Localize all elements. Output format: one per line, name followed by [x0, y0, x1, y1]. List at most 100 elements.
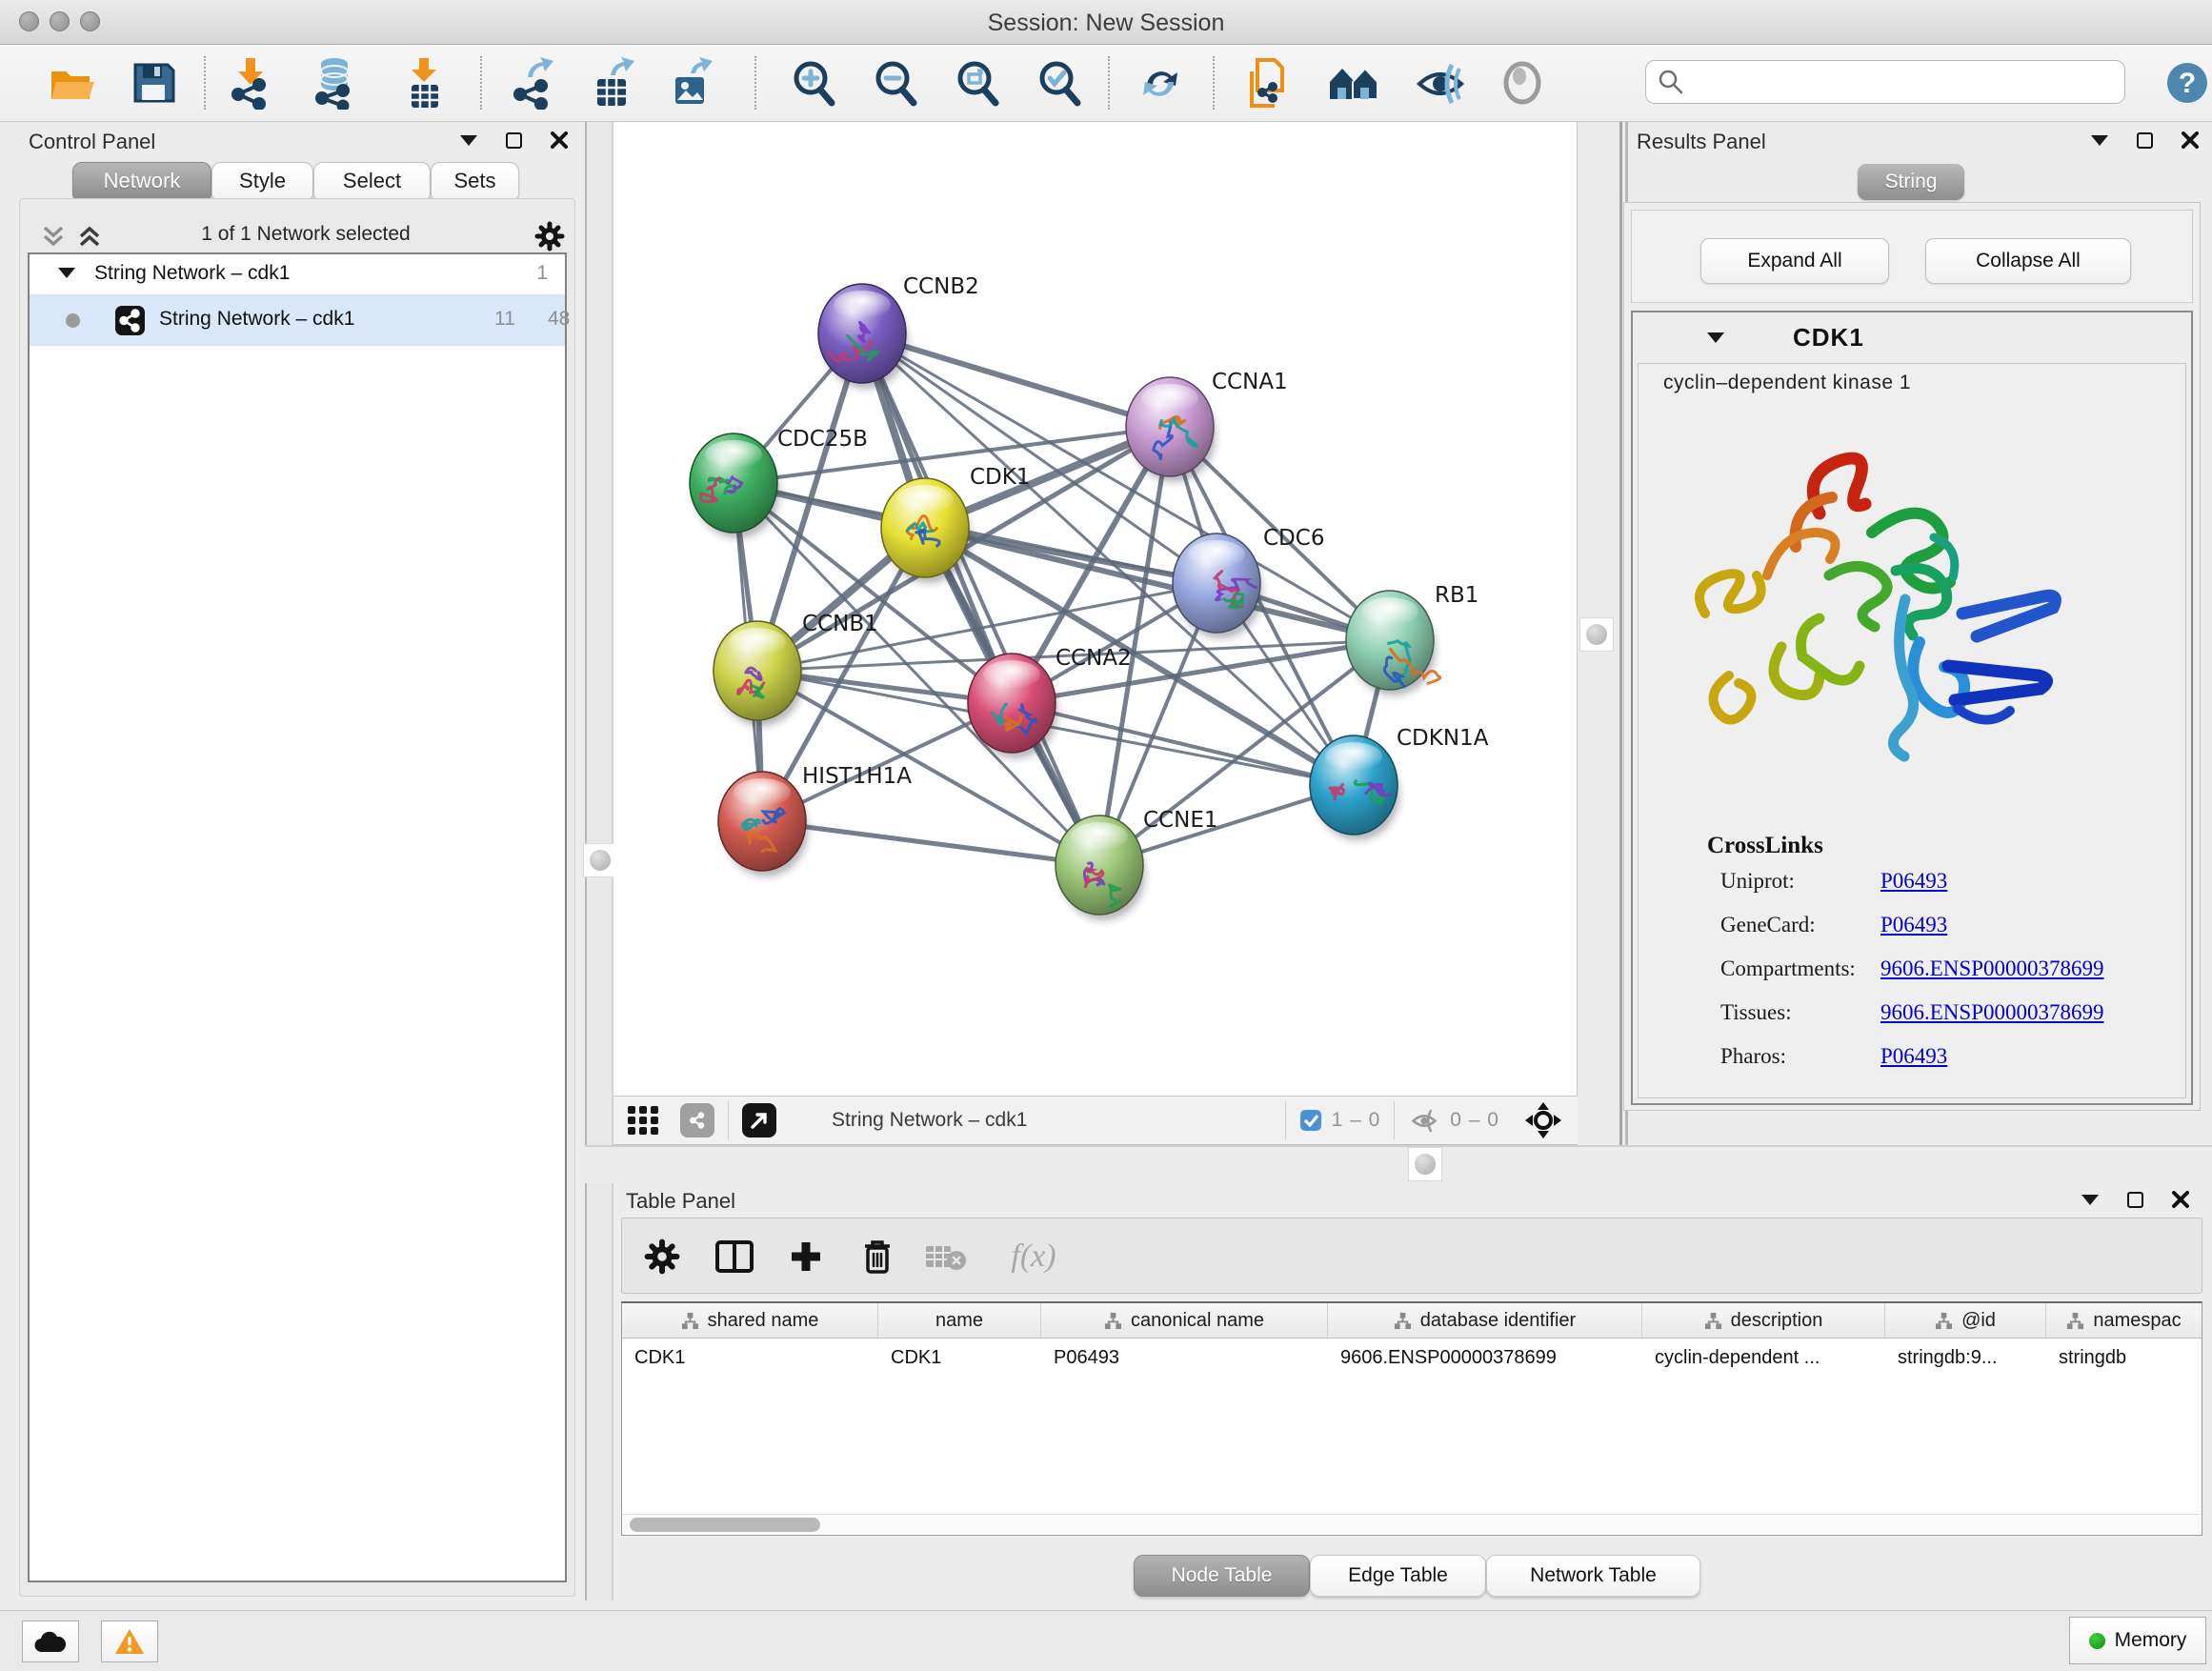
- import-network-button[interactable]: [224, 53, 281, 112]
- table-cell[interactable]: P06493: [1041, 1339, 1328, 1377]
- column-header-namespace[interactable]: namespac: [2046, 1303, 2202, 1339]
- tab-node-table[interactable]: Node Table: [1134, 1555, 1310, 1597]
- panel-menu-icon[interactable]: [2091, 135, 2108, 146]
- network-node-CDC25B[interactable]: CDC25B: [690, 427, 868, 538]
- crosslink-link[interactable]: 9606.ENSP00000378699: [1880, 956, 2104, 1000]
- zoom-out-button[interactable]: [867, 53, 924, 112]
- column-header-description[interactable]: description: [1642, 1303, 1885, 1339]
- table-settings-button[interactable]: [635, 1230, 689, 1283]
- collection-expander-icon[interactable]: [58, 268, 75, 278]
- splitter-handle[interactable]: [1579, 617, 1614, 652]
- apply-layout-button[interactable]: [1132, 53, 1189, 112]
- help-button[interactable]: ?: [2159, 53, 2212, 112]
- detach-view-button[interactable]: [742, 1103, 776, 1137]
- zoom-fit-button[interactable]: [949, 53, 1006, 112]
- network-node-RB1[interactable]: RB1: [1346, 583, 1478, 695]
- save-session-button[interactable]: [125, 53, 182, 112]
- collapse-all-networks-icon[interactable]: [41, 224, 66, 249]
- column-header-shared-name[interactable]: shared name: [622, 1303, 878, 1339]
- export-table-button[interactable]: [585, 53, 642, 112]
- tab-edge-table[interactable]: Edge Table: [1310, 1555, 1486, 1597]
- section-expander-icon[interactable]: [1707, 332, 1724, 343]
- float-panel-icon[interactable]: [2137, 132, 2153, 149]
- vertical-splitter-left[interactable]: [585, 122, 613, 1601]
- column-header-id[interactable]: @id: [1885, 1303, 2046, 1339]
- node-table[interactable]: shared name name canonical name database…: [621, 1301, 2202, 1536]
- table-cell[interactable]: CDK1: [622, 1339, 878, 1377]
- tab-select[interactable]: Select: [313, 162, 431, 200]
- show-columns-button[interactable]: [708, 1230, 761, 1283]
- network-node-CCNB2[interactable]: CCNB2: [818, 274, 979, 389]
- warnings-button[interactable]: [101, 1621, 158, 1662]
- splitter-handle[interactable]: [583, 843, 617, 877]
- panel-menu-icon[interactable]: [460, 135, 477, 146]
- selected-nodes-checkbox[interactable]: [1299, 1109, 1322, 1132]
- crosslink-link[interactable]: P06493: [1880, 913, 1947, 956]
- network-node-CCNA2[interactable]: CCNA2: [968, 646, 1132, 758]
- tab-network[interactable]: Network: [72, 162, 211, 200]
- column-header-database-identifier[interactable]: database identifier: [1328, 1303, 1642, 1339]
- new-network-from-selection-button[interactable]: [1239, 53, 1297, 112]
- crosslink-link[interactable]: P06493: [1880, 1044, 1947, 1088]
- network-overview-toggle[interactable]: [680, 1103, 714, 1137]
- panel-menu-icon[interactable]: [2081, 1195, 2099, 1205]
- table-cell[interactable]: stringdb:9...: [1885, 1339, 2046, 1377]
- cloud-status-button[interactable]: [22, 1621, 79, 1662]
- first-neighbors-button[interactable]: [1325, 53, 1382, 112]
- grid-view-icon[interactable]: [627, 1104, 659, 1137]
- crosslink-link[interactable]: P06493: [1880, 869, 1947, 913]
- zoom-in-button[interactable]: [785, 53, 842, 112]
- expand-all-networks-icon[interactable]: [77, 224, 102, 249]
- open-session-button[interactable]: [43, 53, 100, 112]
- add-column-button[interactable]: [779, 1230, 833, 1283]
- close-panel-icon[interactable]: [2172, 1191, 2189, 1208]
- options-gear-icon[interactable]: [534, 221, 565, 252]
- crosslink-link[interactable]: 9606.ENSP00000378699: [1880, 1000, 2104, 1044]
- tab-string[interactable]: String: [1858, 164, 1964, 200]
- search-input[interactable]: [1684, 70, 2124, 93]
- export-network-button[interactable]: [506, 53, 563, 112]
- tab-network-table[interactable]: Network Table: [1486, 1555, 1700, 1597]
- float-panel-icon[interactable]: [506, 132, 522, 149]
- close-panel-icon[interactable]: [2182, 131, 2199, 149]
- network-edge-CCNA2-CDKN1A[interactable]: [1012, 703, 1354, 785]
- network-row-selected[interactable]: String Network – cdk1 11 48: [30, 294, 565, 346]
- network-graph[interactable]: CCNB2CCNA1CDC25BCDK1CDC6RB1CCNB1CCNA2CDK…: [613, 122, 1578, 1096]
- float-panel-icon[interactable]: [2127, 1192, 2143, 1208]
- search-box[interactable]: [1645, 60, 2125, 104]
- horizontal-splitter[interactable]: [585, 1145, 2212, 1183]
- delete-column-button[interactable]: [851, 1230, 904, 1283]
- show-all-button[interactable]: [1494, 53, 1551, 112]
- network-collection-row[interactable]: String Network – cdk1 1: [30, 254, 565, 294]
- delete-table-button[interactable]: [919, 1230, 973, 1283]
- pan-tool-icon[interactable]: [1524, 1101, 1562, 1139]
- column-header-canonical-name[interactable]: canonical name: [1041, 1303, 1328, 1339]
- hide-selected-button[interactable]: [1412, 53, 1469, 112]
- horizontal-scrollbar[interactable]: [623, 1514, 2201, 1534]
- close-panel-icon[interactable]: [551, 131, 568, 149]
- tab-style[interactable]: Style: [211, 162, 313, 200]
- expand-all-button[interactable]: Expand All: [1700, 238, 1889, 284]
- tab-sets[interactable]: Sets: [431, 162, 519, 200]
- collapse-all-button[interactable]: Collapse All: [1925, 238, 2131, 284]
- table-cell[interactable]: stringdb: [2046, 1339, 2202, 1377]
- splitter-handle[interactable]: [1408, 1147, 1442, 1181]
- network-view-canvas[interactable]: CCNB2CCNA1CDC25BCDK1CDC6RB1CCNB1CCNA2CDK…: [613, 122, 1578, 1096]
- table-cell[interactable]: cyclin-dependent ...: [1642, 1339, 1885, 1377]
- import-table-button[interactable]: [395, 53, 452, 112]
- network-node-HIST1H1A[interactable]: HIST1H1A: [718, 764, 912, 876]
- network-edge-HIST1H1A-CCNE1[interactable]: [762, 821, 1099, 865]
- zoom-selected-button[interactable]: [1031, 53, 1088, 112]
- import-database-button[interactable]: [306, 53, 363, 112]
- network-node-CCNB1[interactable]: CCNB1: [714, 612, 878, 726]
- export-image-button[interactable]: [663, 53, 720, 112]
- network-edge-CCNB2-CCNA1[interactable]: [862, 333, 1170, 427]
- table-cell[interactable]: CDK1: [878, 1339, 1041, 1377]
- gene-section-header[interactable]: CDK1: [1633, 312, 2191, 362]
- table-cell[interactable]: 9606.ENSP00000378699: [1328, 1339, 1642, 1377]
- column-header-name[interactable]: name: [878, 1303, 1041, 1339]
- memory-button[interactable]: Memory: [2069, 1617, 2206, 1664]
- network-node-CDKN1A[interactable]: CDKN1A: [1310, 726, 1489, 840]
- scrollbar-thumb[interactable]: [630, 1518, 820, 1532]
- network-node-CCNE1[interactable]: CCNE1: [1056, 808, 1218, 920]
